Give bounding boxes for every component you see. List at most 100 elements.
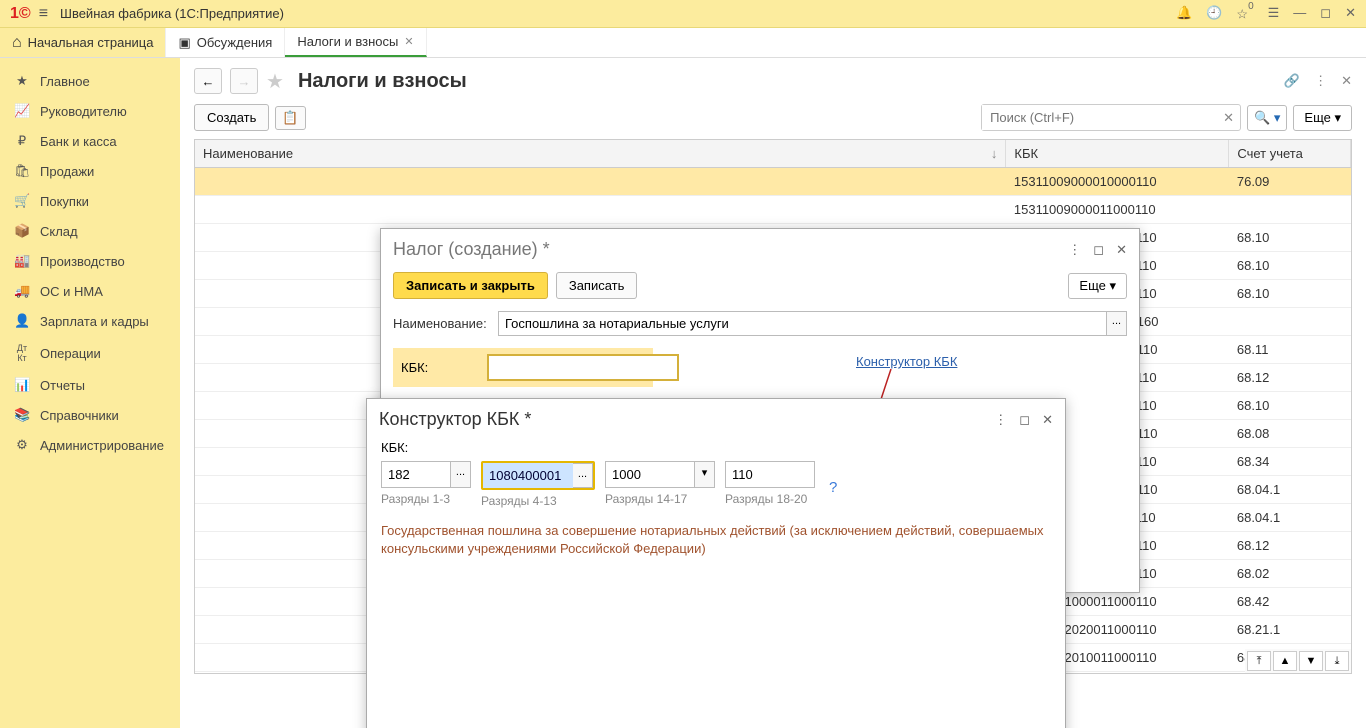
- dialog-maximize-icon[interactable]: ◻: [1093, 242, 1104, 258]
- kbk-part2-picker[interactable]: ...: [573, 463, 593, 488]
- sidebar-item-warehouse[interactable]: 📦Склад: [0, 216, 180, 246]
- box-icon: 📦: [14, 223, 30, 239]
- dialog-more-button[interactable]: Еще ▾: [1068, 273, 1127, 299]
- kbk-part1-picker[interactable]: ...: [451, 461, 471, 488]
- help-icon[interactable]: ?: [829, 479, 837, 496]
- close-page-icon[interactable]: ✕: [1341, 73, 1352, 89]
- kbk-part1-input[interactable]: [381, 461, 451, 488]
- dtkt-icon: ДтКт: [14, 343, 30, 363]
- kbk-field[interactable]: [487, 354, 679, 381]
- favorite-star-icon[interactable]: ★: [266, 69, 284, 94]
- tab-home-label: Начальная страница: [28, 35, 154, 50]
- kbk-label: КБК:: [401, 360, 475, 375]
- hamburger-icon[interactable]: ≡: [39, 5, 48, 23]
- more-button[interactable]: Еще ▾: [1293, 105, 1352, 131]
- dialog-close-icon[interactable]: ✕: [1116, 242, 1127, 258]
- maximize-icon[interactable]: ◻: [1320, 5, 1331, 22]
- table-nav-top[interactable]: ⤒: [1247, 651, 1271, 671]
- table-nav-up[interactable]: ▲: [1273, 651, 1297, 671]
- page-header: ← → ★ Налоги и взносы 🔗 ⋮ ✕: [180, 58, 1366, 100]
- copy-button[interactable]: 📋: [275, 106, 305, 130]
- table-row[interactable]: 1531100900001000011076.09: [195, 168, 1351, 196]
- kbk-part2-input[interactable]: [483, 463, 573, 488]
- table-nav: ⤒ ▲ ▼ ⤓: [1245, 649, 1351, 673]
- sidebar-item-assets[interactable]: 🚚ОС и НМА: [0, 276, 180, 306]
- close-tab-icon[interactable]: ✕: [404, 35, 413, 48]
- history-icon[interactable]: 🕘: [1206, 5, 1222, 22]
- sidebar-item-bank[interactable]: ₽Банк и касса: [0, 126, 180, 156]
- kbk-part3-dropdown[interactable]: ▾: [695, 461, 715, 488]
- sidebar-item-purchases[interactable]: 🛒Покупки: [0, 186, 180, 216]
- cart-icon: 🛒: [14, 193, 30, 209]
- table-nav-down[interactable]: ▼: [1299, 651, 1323, 671]
- star-icon: ★: [14, 73, 30, 89]
- kbk-part3-label: Разряды 14-17: [605, 492, 715, 506]
- search-dropdown-button[interactable]: 🔍 ▾: [1247, 105, 1287, 131]
- dialog-kbk-constructor: Конструктор КБК * ⋮ ◻ ✕ КБК: ... Разряды…: [366, 398, 1066, 728]
- table-row[interactable]: 15311009000011000110: [195, 196, 1351, 224]
- sidebar-item-production[interactable]: 🏭Производство: [0, 246, 180, 276]
- app-logo: 1©: [10, 5, 31, 23]
- search-box[interactable]: ✕: [981, 104, 1241, 131]
- sidebar-item-reports[interactable]: 📊Отчеты: [0, 370, 180, 400]
- tab-discussions[interactable]: ▣ Обсуждения: [166, 28, 285, 57]
- books-icon: 📚: [14, 407, 30, 423]
- chart-up-icon: 📈: [14, 103, 30, 119]
- tabbar: Начальная страница ▣ Обсуждения Налоги и…: [0, 28, 1366, 58]
- kbk-description: Государственная пошлина за совершение но…: [367, 514, 1065, 566]
- minimize-icon[interactable]: —: [1293, 5, 1306, 22]
- dialog2-maximize-icon[interactable]: ◻: [1019, 412, 1030, 428]
- app-title: Швейная фабрика (1С:Предприятие): [60, 6, 1176, 21]
- kbk-main-label: КБК:: [381, 440, 408, 455]
- col-name[interactable]: Наименование: [195, 140, 1006, 168]
- home-icon: [12, 34, 22, 52]
- col-kbk[interactable]: КБК: [1006, 140, 1229, 168]
- dialog-title: Налог (создание) *: [393, 239, 550, 260]
- sidebar-item-catalogs[interactable]: 📚Справочники: [0, 400, 180, 430]
- discussions-icon: ▣: [178, 35, 190, 51]
- kebab-icon[interactable]: ⋮: [1314, 73, 1327, 89]
- kbk-part2-label: Разряды 4-13: [481, 494, 595, 508]
- clear-search-icon[interactable]: ✕: [1217, 110, 1240, 126]
- bell-icon[interactable]: 🔔: [1176, 5, 1192, 22]
- dialog-options-icon[interactable]: ⋮: [1068, 242, 1081, 258]
- nav-back-button[interactable]: ←: [194, 68, 222, 94]
- tab-taxes[interactable]: Налоги и взносы ✕: [285, 28, 426, 57]
- kbk-part3-input[interactable]: [605, 461, 695, 488]
- sidebar-item-admin[interactable]: ⚙Администрирование: [0, 430, 180, 460]
- kbk-part4-input[interactable]: [725, 461, 815, 488]
- titlebar: 1© ≡ Швейная фабрика (1С:Предприятие) 🔔 …: [0, 0, 1366, 28]
- kbk-part4-label: Разряды 18-20: [725, 492, 815, 506]
- sidebar-item-main[interactable]: ★Главное: [0, 66, 180, 96]
- bar-chart-icon: 📊: [14, 377, 30, 393]
- name-field[interactable]: [498, 311, 1107, 336]
- kbk-constructor-link[interactable]: Конструктор КБК: [856, 354, 957, 369]
- close-app-icon[interactable]: ✕: [1345, 5, 1356, 22]
- name-label: Наименование:: [393, 316, 493, 331]
- nav-forward-button[interactable]: →: [230, 68, 258, 94]
- create-button[interactable]: Создать: [194, 104, 269, 131]
- page-title: Налоги и взносы: [298, 70, 467, 93]
- col-acct[interactable]: Счет учета: [1229, 140, 1351, 168]
- sidebar: ★Главное 📈Руководителю ₽Банк и касса 🛍Пр…: [0, 58, 180, 728]
- kbk-part1-label: Разряды 1-3: [381, 492, 471, 506]
- name-picker-button[interactable]: ...: [1107, 311, 1127, 336]
- search-input[interactable]: [982, 105, 1217, 130]
- sidebar-item-operations[interactable]: ДтКтОперации: [0, 336, 180, 370]
- save-close-button[interactable]: Записать и закрыть: [393, 272, 548, 299]
- tab-home[interactable]: Начальная страница: [0, 28, 166, 57]
- sidebar-item-manager[interactable]: 📈Руководителю: [0, 96, 180, 126]
- save-button[interactable]: Записать: [556, 272, 638, 299]
- dialog2-close-icon[interactable]: ✕: [1042, 412, 1053, 428]
- content: ← → ★ Налоги и взносы 🔗 ⋮ ✕ Создать 📋 ✕ …: [180, 58, 1366, 728]
- sidebar-item-sales[interactable]: 🛍Продажи: [0, 156, 180, 186]
- dialog2-options-icon[interactable]: ⋮: [994, 412, 1007, 428]
- link-icon[interactable]: 🔗: [1284, 73, 1300, 89]
- filter-icon[interactable]: ☰: [1268, 5, 1280, 22]
- favorites-icon[interactable]: ☆0: [1236, 5, 1253, 22]
- table-nav-bottom[interactable]: ⤓: [1325, 651, 1349, 671]
- bag-icon: 🛍: [14, 163, 30, 179]
- person-icon: 👤: [14, 313, 30, 329]
- factory-icon: 🏭: [14, 253, 30, 269]
- sidebar-item-hr[interactable]: 👤Зарплата и кадры: [0, 306, 180, 336]
